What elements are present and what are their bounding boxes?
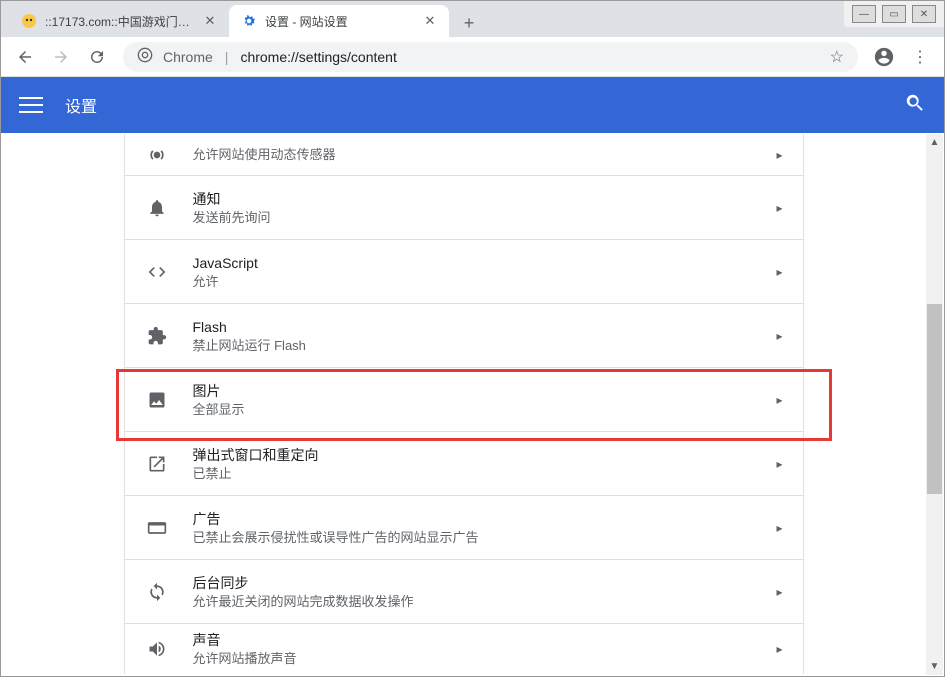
bell-icon xyxy=(145,198,169,218)
row-title: 声音 xyxy=(193,630,777,650)
new-tab-button[interactable]: + xyxy=(455,9,483,37)
row-title: 通知 xyxy=(193,189,777,209)
rect-icon xyxy=(145,518,169,538)
settings-row-puzzle[interactable]: Flash禁止网站运行 Flash▸ xyxy=(125,304,803,368)
chevron-right-icon: ▸ xyxy=(776,329,782,343)
chevron-right-icon: ▸ xyxy=(776,265,782,279)
url-separator: | xyxy=(225,49,229,65)
row-title: JavaScript xyxy=(193,253,777,273)
scroll-up-arrow[interactable]: ▲ xyxy=(926,134,943,151)
chevron-right-icon: ▸ xyxy=(776,201,782,215)
code-icon xyxy=(145,262,169,282)
puzzle-icon xyxy=(145,326,169,346)
scroll-thumb[interactable] xyxy=(927,304,942,494)
gear-icon xyxy=(241,13,257,29)
chrome-icon xyxy=(137,47,153,66)
row-subtitle: 允许 xyxy=(193,273,777,291)
omnibox[interactable]: Chrome | chrome://settings/content ☆ xyxy=(123,42,858,72)
settings-row-bell[interactable]: 通知发送前先询问▸ xyxy=(125,176,803,240)
tab-settings[interactable]: 设置 - 网站设置 ✕ xyxy=(229,5,449,37)
tab-17173[interactable]: ::17173.com::中国游戏门户站 ✕ xyxy=(9,5,229,37)
reload-button[interactable] xyxy=(81,41,113,73)
popup-icon xyxy=(145,454,169,474)
chevron-right-icon: ▸ xyxy=(776,148,782,162)
row-text: 后台同步允许最近关闭的网站完成数据收发操作 xyxy=(193,573,777,611)
sound-icon xyxy=(145,639,169,659)
settings-row-popup[interactable]: 弹出式窗口和重定向已禁止▸ xyxy=(125,432,803,496)
profile-button[interactable] xyxy=(868,41,900,73)
tab-close-icon[interactable]: ✕ xyxy=(423,14,437,28)
image-icon xyxy=(145,390,169,410)
settings-title: 设置 xyxy=(65,93,904,117)
sensor-icon xyxy=(145,145,169,165)
row-text: 广告已禁止会展示侵扰性或误导性广告的网站显示广告 xyxy=(193,509,777,547)
content-area: 允许网站使用动态传感器▸通知发送前先询问▸JavaScript允许▸Flash禁… xyxy=(2,134,943,675)
chevron-right-icon: ▸ xyxy=(776,457,782,471)
settings-header: 设置 xyxy=(1,77,944,133)
search-icon[interactable] xyxy=(904,92,926,119)
settings-list: 允许网站使用动态传感器▸通知发送前先询问▸JavaScript允许▸Flash禁… xyxy=(124,134,804,674)
row-title: 弹出式窗口和重定向 xyxy=(193,445,777,465)
chevron-right-icon: ▸ xyxy=(776,393,782,407)
row-subtitle: 禁止网站运行 Flash xyxy=(193,337,777,355)
bookmark-star-icon[interactable]: ☆ xyxy=(830,47,844,67)
chevron-right-icon: ▸ xyxy=(776,585,782,599)
tab-title: 设置 - 网站设置 xyxy=(265,13,415,30)
row-text: 图片全部显示 xyxy=(193,381,777,419)
tab-close-icon[interactable]: ✕ xyxy=(203,14,217,28)
row-subtitle: 允许网站使用动态传感器 xyxy=(193,146,777,164)
settings-row-sensor[interactable]: 允许网站使用动态传感器▸ xyxy=(125,134,803,176)
row-subtitle: 已禁止 xyxy=(193,465,777,483)
row-title: 图片 xyxy=(193,381,777,401)
tab-title: ::17173.com::中国游戏门户站 xyxy=(45,13,195,30)
settings-row-code[interactable]: JavaScript允许▸ xyxy=(125,240,803,304)
tab-favicon-17173 xyxy=(21,13,37,29)
row-text: 声音允许网站播放声音 xyxy=(193,630,777,668)
settings-row-sound[interactable]: 声音允许网站播放声音▸ xyxy=(125,624,803,674)
row-subtitle: 允许最近关闭的网站完成数据收发操作 xyxy=(193,593,777,611)
row-subtitle: 全部显示 xyxy=(193,401,777,419)
settings-row-image[interactable]: 图片全部显示▸ xyxy=(125,368,803,432)
url-path: chrome://settings/content xyxy=(240,49,819,65)
menu-icon[interactable] xyxy=(19,93,43,117)
row-text: Flash禁止网站运行 Flash xyxy=(193,317,777,355)
row-subtitle: 已禁止会展示侵扰性或误导性广告的网站显示广告 xyxy=(193,529,777,547)
row-title: Flash xyxy=(193,317,777,337)
row-title: 广告 xyxy=(193,509,777,529)
sync-icon xyxy=(145,582,169,602)
forward-button[interactable] xyxy=(45,41,77,73)
url-scheme: Chrome xyxy=(163,49,213,65)
back-button[interactable] xyxy=(9,41,41,73)
maximize-button[interactable]: ▭ xyxy=(882,5,906,23)
tab-strip: ::17173.com::中国游戏门户站 ✕ 设置 - 网站设置 ✕ + xyxy=(1,1,944,37)
settings-row-sync[interactable]: 后台同步允许最近关闭的网站完成数据收发操作▸ xyxy=(125,560,803,624)
row-text: 允许网站使用动态传感器 xyxy=(193,146,777,164)
row-subtitle: 允许网站播放声音 xyxy=(193,650,777,668)
row-subtitle: 发送前先询问 xyxy=(193,209,777,227)
address-bar: Chrome | chrome://settings/content ☆ ⋮ xyxy=(1,37,944,77)
scroll-down-arrow[interactable]: ▼ xyxy=(926,658,943,675)
settings-row-rect[interactable]: 广告已禁止会展示侵扰性或误导性广告的网站显示广告▸ xyxy=(125,496,803,560)
chrome-menu-button[interactable]: ⋮ xyxy=(904,41,936,73)
row-text: 弹出式窗口和重定向已禁止 xyxy=(193,445,777,483)
row-text: JavaScript允许 xyxy=(193,253,777,291)
minimize-button[interactable]: — xyxy=(852,5,876,23)
close-window-button[interactable]: ✕ xyxy=(912,5,936,23)
chevron-right-icon: ▸ xyxy=(776,521,782,535)
row-text: 通知发送前先询问 xyxy=(193,189,777,227)
row-title: 后台同步 xyxy=(193,573,777,593)
chevron-right-icon: ▸ xyxy=(776,642,782,656)
window-controls: — ▭ ✕ xyxy=(844,1,944,27)
scrollbar[interactable]: ▲ ▼ xyxy=(926,134,943,675)
